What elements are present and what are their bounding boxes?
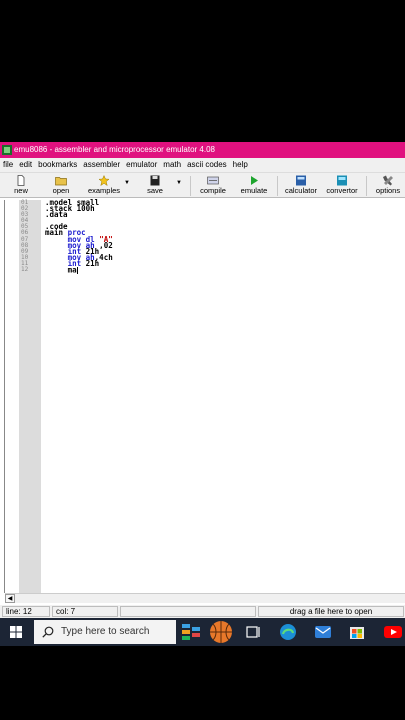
compile-button[interactable]: compile <box>196 175 230 198</box>
menu-bar: file edit bookmarks assembler emulator math as… <box>0 158 405 172</box>
tools-icon <box>383 175 393 186</box>
menu-emulator[interactable]: emulator <box>123 158 160 172</box>
options-button[interactable]: options <box>372 175 404 198</box>
column-indicator: col: 7 <box>52 606 118 617</box>
status-bar: line: 12 col: 7 drag a file here to open <box>0 605 405 618</box>
menu-file[interactable]: file <box>0 158 16 172</box>
task-view-icon[interactable] <box>245 623 263 641</box>
star-icon <box>98 175 110 186</box>
menu-edit[interactable]: edit <box>16 158 35 172</box>
toolbar: new open examples ▼ save ▼ compile emula… <box>0 172 405 198</box>
convertor-icon <box>337 175 347 186</box>
emu8086-window: emu8086 - assembler and microprocessor e… <box>0 142 405 646</box>
mail-icon[interactable] <box>314 623 332 641</box>
windows-start-icon[interactable] <box>10 626 22 638</box>
calculator-icon <box>296 175 306 186</box>
line-indicator: line: 12 <box>2 606 50 617</box>
text-caret <box>76 267 78 275</box>
window-title: emu8086 - assembler and microprocessor e… <box>14 145 215 154</box>
menu-bookmarks[interactable]: bookmarks <box>35 158 80 172</box>
menu-ascii-codes[interactable]: ascii codes <box>184 158 230 172</box>
code-area[interactable]: .model small .stack 100h .data .code mai… <box>45 199 405 593</box>
new-button[interactable]: new <box>8 175 34 198</box>
new-file-icon <box>17 175 25 186</box>
compile-icon <box>207 176 219 185</box>
emulate-button[interactable]: emulate <box>237 175 271 198</box>
search-icon <box>42 626 54 638</box>
toolbar-separator <box>366 176 367 196</box>
scroll-left-icon[interactable]: ◀ <box>5 594 15 603</box>
line-number: 12 <box>21 266 29 274</box>
menu-assembler[interactable]: assembler <box>80 158 123 172</box>
toolbar-separator <box>277 176 278 196</box>
convertor-button[interactable]: convertor <box>323 175 361 198</box>
store-icon[interactable] <box>348 623 366 641</box>
basketball-icon[interactable] <box>209 620 233 644</box>
save-dropdown-icon[interactable]: ▼ <box>176 180 182 186</box>
open-folder-icon <box>55 177 67 186</box>
taskbar-search-box[interactable]: Type here to search <box>34 620 176 644</box>
horizontal-scrollbar[interactable]: ◀ <box>5 593 405 603</box>
calculator-button[interactable]: calculator <box>281 175 321 198</box>
title-bar[interactable]: emu8086 - assembler and microprocessor e… <box>0 142 405 158</box>
app-thumbnails-icon[interactable] <box>182 623 208 641</box>
code-line[interactable]: ma <box>45 266 405 275</box>
status-panel <box>120 606 256 617</box>
search-placeholder: Type here to search <box>61 626 150 637</box>
open-button[interactable]: open <box>48 175 74 198</box>
code-editor[interactable]: 01 02 03 04 05 06 07 08 09 10 11 12 .mod… <box>5 199 405 646</box>
menu-help[interactable]: help <box>230 158 251 172</box>
floppy-disk-icon <box>150 175 160 186</box>
app-icon <box>2 145 12 155</box>
youtube-icon[interactable] <box>384 623 402 641</box>
windows-taskbar: Type here to search <box>0 618 405 646</box>
menu-math[interactable]: math <box>160 158 184 172</box>
line-number-gutter: 01 02 03 04 05 06 07 08 09 10 11 12 <box>19 199 41 593</box>
save-button[interactable]: save ▼ <box>144 175 182 198</box>
drag-file-hint: drag a file here to open <box>258 606 404 617</box>
edge-browser-icon[interactable] <box>279 623 297 641</box>
examples-dropdown-icon[interactable]: ▼ <box>124 180 130 186</box>
toolbar-separator <box>190 176 191 196</box>
examples-button[interactable]: examples ▼ <box>85 175 130 198</box>
play-icon <box>251 176 258 185</box>
